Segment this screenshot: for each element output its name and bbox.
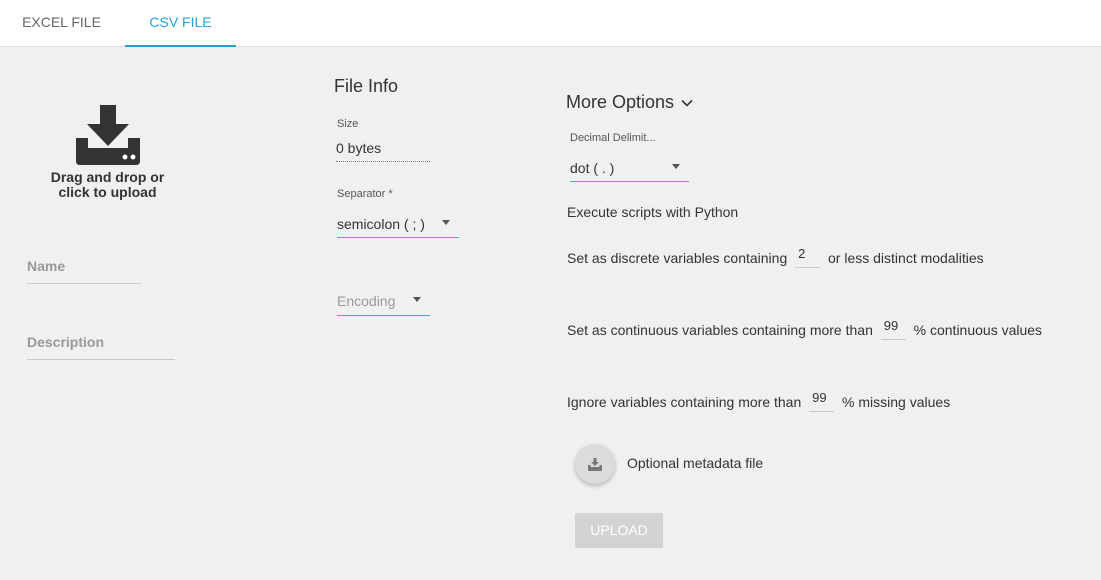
discrete-option: Set as discrete variables containing 2 o… — [567, 246, 984, 268]
metadata-file-label: Optional metadata file — [627, 455, 764, 471]
chevron-down-icon — [672, 164, 680, 169]
upload-dropzone[interactable]: Drag and drop or click to upload — [40, 104, 175, 200]
download-icon — [75, 105, 140, 165]
description-field[interactable]: Description — [27, 326, 175, 360]
description-label: Description — [27, 334, 105, 350]
separator-value: semicolon ( ; ) — [337, 216, 425, 232]
separator-select[interactable]: semicolon ( ; ) — [337, 212, 459, 238]
missing-text-post: % missing values — [842, 394, 951, 410]
continuous-text-post: % continuous values — [913, 322, 1043, 338]
decimal-delimiter-label: Decimal Delimit... — [570, 132, 656, 144]
file-info-title: File Info — [334, 76, 399, 96]
chevron-down-icon — [413, 297, 421, 302]
chevron-down-icon — [442, 220, 450, 225]
discrete-text-pre: Set as discrete variables containing — [567, 250, 788, 266]
continuous-values-input[interactable]: 99 — [880, 318, 906, 340]
python-option[interactable]: Execute scripts with Python — [567, 204, 738, 220]
missing-text-pre: Ignore variables containing more than — [567, 394, 802, 410]
tab-csv-file[interactable]: CSV FILE — [125, 0, 236, 47]
size-label: Size — [337, 118, 359, 130]
chevron-down-icon — [681, 100, 693, 107]
encoding-placeholder: Encoding — [337, 293, 396, 309]
continuous-text-pre: Set as continuous variables containing m… — [567, 322, 873, 338]
tab-excel-file[interactable]: EXCEL FILE — [0, 0, 123, 47]
decimal-delimiter-value: dot ( . ) — [570, 160, 615, 176]
upload-button[interactable]: UPLOAD — [575, 513, 663, 548]
download-icon — [588, 457, 602, 471]
encoding-select[interactable]: Encoding — [337, 290, 430, 316]
dropzone-text: Drag and drop or click to upload — [50, 169, 165, 200]
missing-option: Ignore variables containing more than 99… — [567, 390, 950, 412]
name-field[interactable]: Name — [27, 250, 141, 284]
tab-bar: EXCEL FILE CSV FILE — [0, 0, 1101, 47]
separator-label: Separator * — [337, 188, 393, 200]
name-label: Name — [27, 258, 66, 274]
size-value: 0 bytes — [336, 140, 430, 162]
more-options-title: More Options — [566, 92, 675, 112]
continuous-option: Set as continuous variables containing m… — [567, 318, 1042, 340]
discrete-modalities-input[interactable]: 2 — [795, 246, 821, 268]
metadata-upload-button[interactable] — [575, 444, 615, 484]
missing-values-input[interactable]: 99 — [809, 390, 835, 412]
more-options-toggle[interactable]: More Options — [566, 92, 693, 113]
discrete-text-post: or less distinct modalities — [828, 250, 984, 266]
decimal-delimiter-select[interactable]: dot ( . ) — [570, 156, 689, 182]
